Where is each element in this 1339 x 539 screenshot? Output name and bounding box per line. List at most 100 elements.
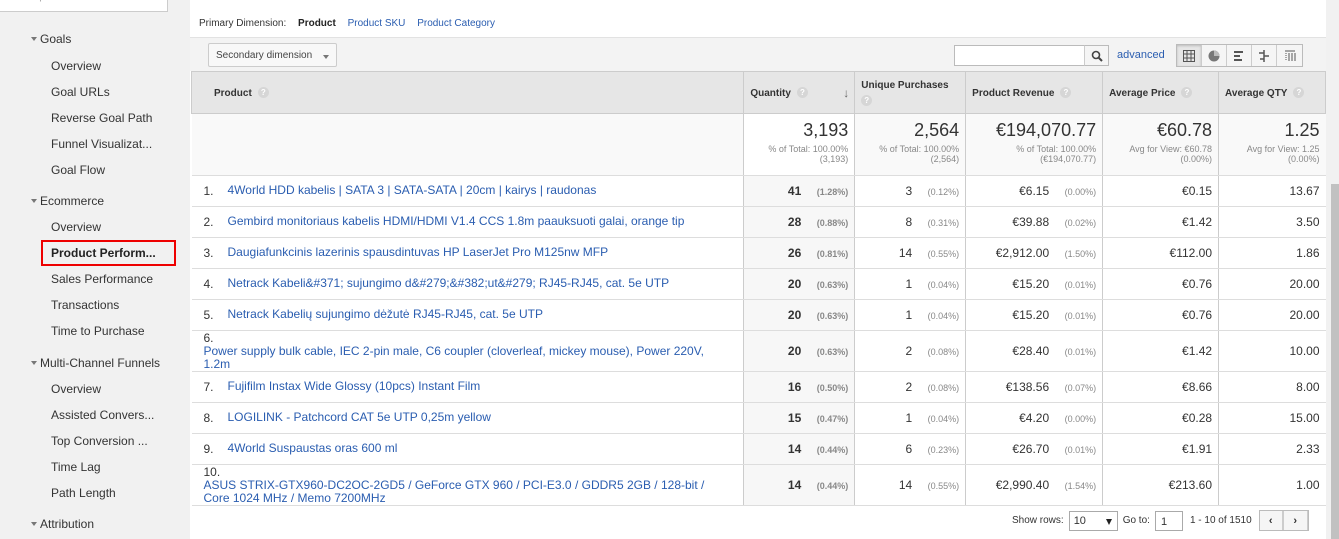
nav-group-ecommerce[interactable]: Ecommerce (31, 194, 104, 208)
product-link[interactable]: Fujifilm Instax Wide Glossy (10pcs) Inst… (228, 380, 481, 393)
table-row: 10.ASUS STRIX-GTX960-DC2OC-2GD5 / GeForc… (191, 464, 1326, 506)
product-link[interactable]: Power supply bulk cable, IEC 2-pin male,… (204, 345, 714, 371)
sidebar-item-sales-performance[interactable]: Sales Performance (51, 272, 153, 286)
column-label: Unique Purchases (861, 80, 949, 91)
primary-dimension-product[interactable]: Product (298, 18, 336, 29)
revenue-value: €26.70 (1012, 442, 1050, 456)
unique-purchases-value: 14 (898, 478, 913, 492)
help-icon[interactable]: ? (257, 86, 269, 98)
sidebar-item-goal-flow[interactable]: Goal Flow (51, 163, 105, 177)
quantity-value: 20 (787, 308, 802, 322)
secondary-dimension-dropdown[interactable]: Secondary dimension (208, 43, 337, 67)
average-price-cell: €0.15 (1102, 175, 1219, 207)
sidebar-item-top-conversion-paths[interactable]: Top Conversion ... (51, 434, 148, 448)
revenue-value: €138.56 (1005, 380, 1050, 394)
revenue-value: €15.20 (1012, 277, 1050, 291)
column-header-product[interactable]: Product? (190, 71, 745, 114)
unique-purchases-cell: 2 (0.08%) (854, 371, 966, 403)
product-link[interactable]: Netrack Kabeli&#371; sujungimo d&#279;&#… (228, 277, 670, 290)
product-cell: 2. Gembird monitoriaus kabelis HDMI/HDMI … (191, 206, 744, 238)
primary-dimension-product-sku[interactable]: Product SKU (348, 18, 406, 29)
sidebar-item-goal-urls[interactable]: Goal URLs (51, 85, 110, 99)
quantity-cell: 14 (0.44%) (743, 433, 855, 465)
average-qty-cell: 20.00 (1218, 268, 1326, 300)
show-rows-value: 10 (1073, 514, 1086, 527)
quantity-percent: (0.50%) (816, 383, 849, 393)
total-sub: % of Total: 100.00% (768, 144, 849, 154)
sidebar-item-funnel-visualization[interactable]: Funnel Visualizat... (51, 137, 152, 151)
collapse-icon (31, 37, 37, 41)
sidebar-item-time-to-purchase[interactable]: Time to Purchase (51, 324, 145, 338)
table-filter-input[interactable] (954, 45, 1085, 66)
advanced-filter-link[interactable]: advanced (1117, 49, 1165, 61)
product-cell: 9. 4World Suspaustas oras 600 ml (191, 433, 744, 465)
pie-view-button[interactable] (1202, 45, 1227, 66)
product-link[interactable]: Gembird monitoriaus kabelis HDMI/HDMI V1… (228, 215, 685, 228)
column-label: Product Revenue (972, 87, 1055, 99)
revenue-cell: €39.88 (0.02%) (965, 206, 1103, 238)
find-reports-input[interactable]: Find reports & more (0, 0, 168, 12)
table-view-button[interactable] (1177, 45, 1202, 66)
column-header-unique-purchases[interactable]: Unique Purchases? (854, 71, 967, 114)
performance-view-button[interactable] (1227, 45, 1252, 66)
primary-dimension-product-category[interactable]: Product Category (417, 18, 495, 29)
report-main: Primary Dimension: Product Product SKU P… (190, 0, 1339, 539)
revenue-cell: €15.20 (0.01%) (965, 268, 1103, 300)
product-link[interactable]: LOGILINK - Patchcord CAT 5e UTP 0,25m ye… (228, 411, 491, 424)
revenue-value: €15.20 (1012, 308, 1050, 322)
sidebar-item-reverse-goal-path[interactable]: Reverse Goal Path (51, 111, 152, 125)
comparison-view-button[interactable] (1252, 45, 1277, 66)
quantity-cell: 26 (0.81%) (743, 237, 855, 269)
sidebar-item-assisted-conversions[interactable]: Assisted Convers... (51, 408, 154, 422)
product-link[interactable]: Daugiafunkcinis lazerinis spausdintuvas … (228, 246, 609, 259)
prev-page-button[interactable]: ‹ (1260, 511, 1284, 530)
revenue-percent: (0.01%) (1064, 311, 1097, 321)
table-search-button[interactable] (1084, 45, 1109, 66)
product-link[interactable]: Netrack Kabelių sujungimo dėžutė RJ45-RJ… (228, 308, 544, 321)
product-link[interactable]: ASUS STRIX-GTX960-DC2OC-2GD5 / GeForce G… (204, 479, 714, 505)
nav-group-label: Multi-Channel Funnels (40, 356, 161, 370)
unique-purchases-value: 6 (905, 442, 913, 456)
row-number: 2. (203, 215, 214, 229)
column-header-average-qty[interactable]: Average QTY? (1218, 71, 1326, 114)
quantity-percent: (0.44%) (816, 481, 849, 491)
scrollbar-thumb[interactable] (1331, 184, 1339, 539)
show-rows-select[interactable]: 10 (1068, 510, 1118, 531)
goto-input[interactable]: 1 (1154, 510, 1183, 531)
column-label: Product (214, 87, 252, 99)
quantity-value: 16 (787, 380, 802, 394)
nav-group-attribution[interactable]: Attribution (31, 517, 94, 531)
sidebar-item-mcf-overview[interactable]: Overview (51, 382, 101, 396)
quantity-percent: (1.28%) (816, 187, 849, 197)
total-quantity: 3,193 % of Total: 100.00% (3,193) (743, 113, 855, 176)
help-icon[interactable]: ? (861, 95, 873, 106)
help-icon[interactable]: ? (1181, 86, 1193, 98)
quantity-cell: 28 (0.88%) (743, 206, 855, 238)
help-icon[interactable]: ? (796, 86, 808, 98)
quantity-percent: (0.63%) (816, 311, 849, 321)
next-page-button[interactable]: › (1284, 511, 1308, 530)
nav-group-multi-channel-funnels[interactable]: Multi-Channel Funnels (31, 356, 160, 370)
revenue-value: €4.20 (1019, 411, 1050, 425)
product-link[interactable]: 4World HDD kabelis | SATA 3 | SATA-SATA … (228, 184, 597, 197)
table-toolbar: Secondary dimension advanced (190, 37, 1326, 71)
quantity-cell: 14 (0.44%) (743, 464, 855, 506)
nav-group-goals[interactable]: Goals (31, 32, 71, 46)
pivot-view-button[interactable] (1277, 45, 1302, 66)
row-number: 8. (203, 411, 214, 425)
row-number: 7. (203, 380, 214, 394)
average-qty-cell: 1.00 (1218, 464, 1326, 506)
help-icon[interactable]: ? (1060, 86, 1072, 98)
sidebar-item-transactions[interactable]: Transactions (51, 298, 119, 312)
sidebar-item-ecommerce-overview[interactable]: Overview (51, 220, 101, 234)
revenue-percent: (0.07%) (1064, 383, 1097, 393)
sidebar-item-time-lag[interactable]: Time Lag (51, 460, 101, 474)
column-header-product-revenue[interactable]: Product Revenue? (965, 71, 1104, 114)
product-link[interactable]: 4World Suspaustas oras 600 ml (228, 442, 398, 455)
column-header-quantity[interactable]: Quantity? ↓ (743, 71, 856, 114)
sidebar-item-goals-overview[interactable]: Overview (51, 59, 101, 73)
help-icon[interactable]: ? (1293, 86, 1305, 98)
collapse-icon (31, 199, 37, 203)
column-header-average-price[interactable]: Average Price? (1102, 71, 1220, 114)
sidebar-item-path-length[interactable]: Path Length (51, 486, 116, 500)
